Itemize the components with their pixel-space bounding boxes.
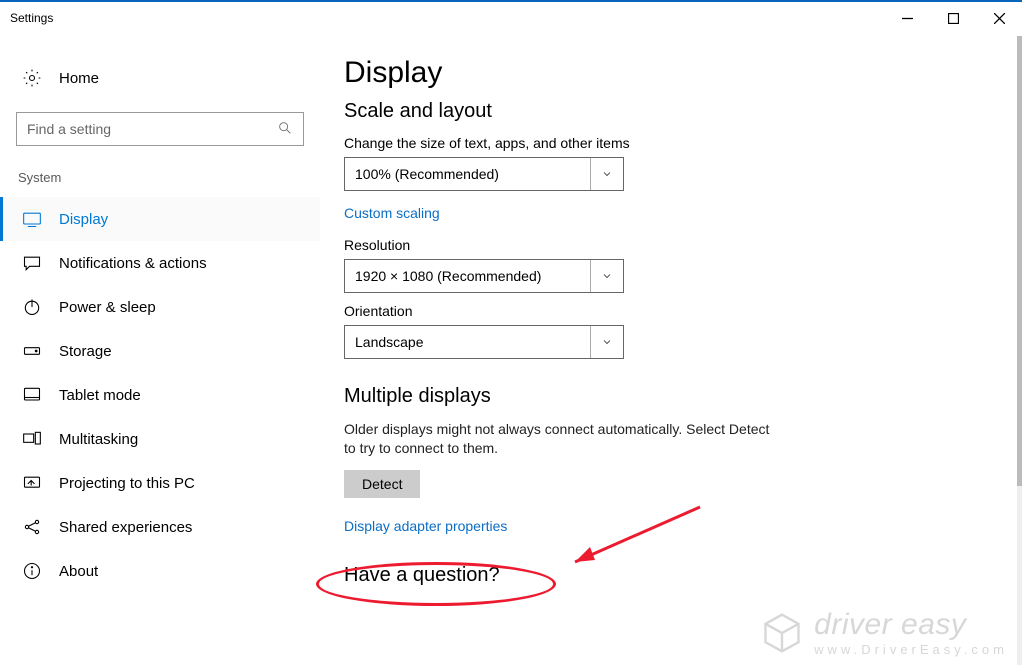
search-icon <box>277 120 293 139</box>
info-icon <box>21 560 43 582</box>
power-icon <box>21 296 43 318</box>
sidebar-item-shared[interactable]: Shared experiences <box>0 505 320 549</box>
chevron-down-icon <box>590 260 613 292</box>
minimize-button[interactable] <box>884 2 930 34</box>
sidebar-item-projecting[interactable]: Projecting to this PC <box>0 461 320 505</box>
scale-size-label: Change the size of text, apps, and other… <box>344 135 998 151</box>
sidebar-item-storage[interactable]: Storage <box>0 329 320 373</box>
display-adapter-link[interactable]: Display adapter properties <box>344 518 507 534</box>
search-input[interactable]: Find a setting <box>16 112 304 146</box>
sidebar-item-notifications[interactable]: Notifications & actions <box>0 241 320 285</box>
storage-icon <box>21 340 43 362</box>
page-title: Display <box>344 56 998 90</box>
multi-desc: Older displays might not always connect … <box>344 420 774 458</box>
sidebar-item-label: About <box>59 563 98 580</box>
sidebar-item-power[interactable]: Power & sleep <box>0 285 320 329</box>
custom-scaling-link[interactable]: Custom scaling <box>344 205 440 221</box>
scrollbar[interactable] <box>1017 36 1022 665</box>
tablet-icon <box>21 384 43 406</box>
resolution-value: 1920 × 1080 (Recommended) <box>355 268 541 284</box>
resolution-label: Resolution <box>344 237 998 253</box>
close-button[interactable] <box>976 2 1022 34</box>
chevron-down-icon <box>590 158 613 190</box>
multitask-icon <box>21 428 43 450</box>
detect-button[interactable]: Detect <box>344 470 420 498</box>
orientation-label: Orientation <box>344 303 998 319</box>
chevron-down-icon <box>590 326 613 358</box>
window-title: Settings <box>10 11 53 25</box>
sidebar-item-label: Tablet mode <box>59 387 141 404</box>
home-label: Home <box>59 70 99 87</box>
sidebar-item-multitasking[interactable]: Multitasking <box>0 417 320 461</box>
home-nav[interactable]: Home <box>0 56 320 100</box>
scale-size-dropdown[interactable]: 100% (Recommended) <box>344 157 624 191</box>
scrollbar-thumb[interactable] <box>1017 36 1022 486</box>
question-heading: Have a question? <box>344 564 998 587</box>
resolution-dropdown[interactable]: 1920 × 1080 (Recommended) <box>344 259 624 293</box>
sidebar-item-label: Display <box>59 211 108 228</box>
scale-size-value: 100% (Recommended) <box>355 166 499 182</box>
project-icon <box>21 472 43 494</box>
share-icon <box>21 516 43 538</box>
sidebar-item-label: Storage <box>59 343 112 360</box>
chat-icon <box>21 252 43 274</box>
maximize-button[interactable] <box>930 2 976 34</box>
display-icon <box>21 208 43 230</box>
sidebar-item-tablet[interactable]: Tablet mode <box>0 373 320 417</box>
titlebar: Settings <box>0 2 1022 34</box>
orientation-value: Landscape <box>355 334 424 350</box>
sidebar-item-label: Power & sleep <box>59 299 156 316</box>
multi-heading: Multiple displays <box>344 385 998 408</box>
sidebar-section-label: System <box>0 164 320 197</box>
window-buttons <box>884 2 1022 34</box>
sidebar-item-label: Multitasking <box>59 431 138 448</box>
scale-heading: Scale and layout <box>344 100 998 123</box>
sidebar: Home Find a setting System Display Notif… <box>0 34 320 665</box>
main-content: Display Scale and layout Change the size… <box>320 34 1022 665</box>
sidebar-item-label: Shared experiences <box>59 519 192 536</box>
gear-icon <box>21 67 43 89</box>
sidebar-item-display[interactable]: Display <box>0 197 320 241</box>
orientation-dropdown[interactable]: Landscape <box>344 325 624 359</box>
sidebar-item-label: Notifications & actions <box>59 255 207 272</box>
sidebar-item-label: Projecting to this PC <box>59 475 195 492</box>
search-placeholder: Find a setting <box>27 121 111 137</box>
sidebar-item-about[interactable]: About <box>0 549 320 593</box>
